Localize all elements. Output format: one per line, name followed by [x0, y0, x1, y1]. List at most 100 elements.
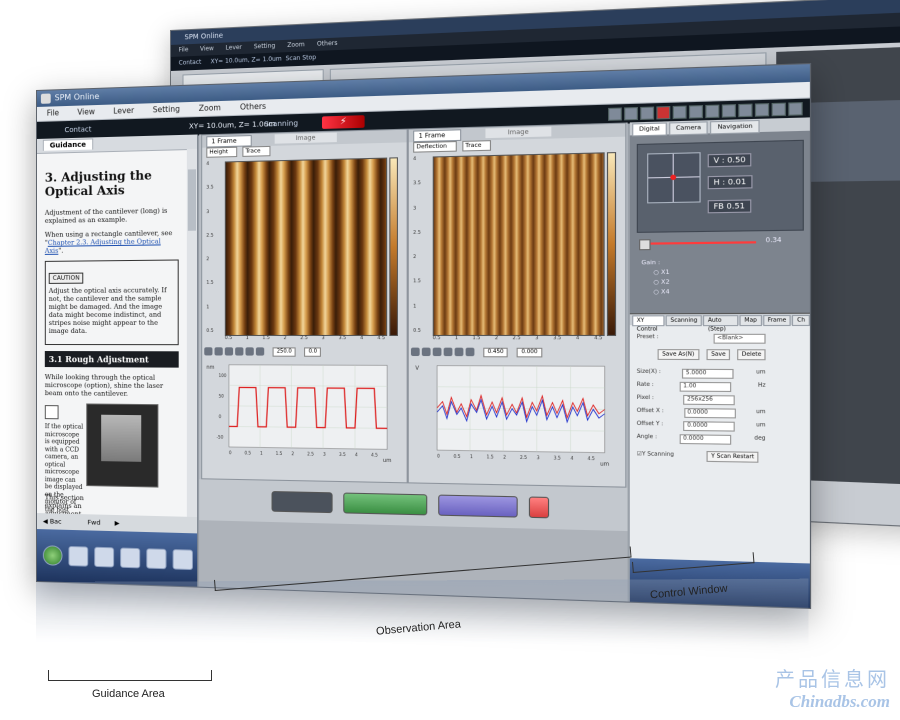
- zoom-icon[interactable]: [204, 347, 213, 356]
- pan-icon[interactable]: [421, 347, 431, 357]
- toolbar-button[interactable]: [754, 103, 770, 117]
- tab-scanning[interactable]: Scanning: [665, 315, 703, 327]
- save-icon[interactable]: [255, 347, 265, 356]
- deflection-pane: 1 Frame Image Deflection Trace 4 3.5 3 2…: [407, 122, 627, 488]
- line-icon[interactable]: [432, 347, 442, 357]
- range-max[interactable]: 250.0: [272, 346, 296, 357]
- guidance-tab[interactable]: Guidance: [42, 138, 93, 151]
- browser-icon[interactable]: [68, 545, 89, 567]
- color-icon[interactable]: [235, 347, 244, 356]
- pixel-select[interactable]: 256x256: [683, 394, 736, 406]
- back-button[interactable]: ◀ Bac: [43, 517, 74, 526]
- size-x-input[interactable]: 5.0000: [682, 368, 735, 379]
- toolbar-button[interactable]: [705, 104, 720, 119]
- app-taskbar-icon[interactable]: [146, 548, 167, 570]
- scan-start-button[interactable]: [342, 492, 427, 516]
- tab-frame[interactable]: Frame: [762, 314, 792, 327]
- toolbar-button[interactable]: [640, 106, 655, 120]
- approach-button-group[interactable]: [270, 490, 333, 514]
- tab-navigation[interactable]: Navigation: [710, 119, 760, 135]
- param-label: Angle :: [636, 433, 657, 441]
- caution-text: Adjust the optical axis accurately. If n…: [48, 286, 167, 335]
- line-icon[interactable]: [224, 347, 234, 356]
- direction-select[interactable]: Trace: [242, 145, 270, 157]
- gain-x4[interactable]: X4: [661, 289, 669, 296]
- gain-x2[interactable]: X2: [661, 279, 669, 286]
- tab-xy-control[interactable]: XY Control: [632, 315, 665, 333]
- 3d-icon[interactable]: [454, 347, 464, 357]
- back-menu-zoom[interactable]: Zoom: [287, 41, 304, 49]
- pan-icon[interactable]: [214, 347, 223, 356]
- range-min[interactable]: 0.0: [304, 346, 322, 357]
- save-button[interactable]: Save: [706, 349, 731, 361]
- menu-setting[interactable]: Setting: [153, 104, 180, 114]
- y-tick: 2.5: [413, 230, 421, 236]
- toolbar-button[interactable]: [688, 105, 703, 119]
- y-scanning-checkbox[interactable]: ☑ Y Scanning: [637, 451, 674, 458]
- menu-others[interactable]: Others: [240, 102, 266, 112]
- menu-file[interactable]: File: [47, 108, 59, 117]
- angle-input[interactable]: 0.0000: [679, 434, 732, 445]
- save-icon[interactable]: [465, 347, 475, 357]
- folder-icon[interactable]: [94, 546, 115, 568]
- tab-map[interactable]: Map: [739, 315, 762, 327]
- media-icon[interactable]: [120, 547, 141, 569]
- tab-camera[interactable]: Camera: [668, 121, 709, 136]
- preset-select[interactable]: <Blank>: [713, 333, 766, 344]
- color-icon[interactable]: [443, 347, 453, 357]
- zoom-icon[interactable]: [410, 347, 420, 357]
- toolbar-button[interactable]: [672, 105, 687, 120]
- guidance-scrollbar[interactable]: [186, 148, 198, 518]
- save-as-button[interactable]: Save As(N): [657, 349, 699, 361]
- fb-readout: FB 0.51: [707, 199, 751, 214]
- start-button-icon[interactable]: [42, 545, 63, 566]
- gain-x1[interactable]: X1: [661, 270, 669, 277]
- forward-button[interactable]: Fwd ▶: [87, 518, 119, 527]
- offset-x-input[interactable]: 0.0000: [683, 408, 736, 419]
- rate-input[interactable]: 1.00: [679, 381, 732, 393]
- direction-select[interactable]: Trace: [462, 140, 492, 152]
- toolbar-button[interactable]: [738, 103, 753, 118]
- image-tab[interactable]: Image: [485, 126, 552, 139]
- channel-select[interactable]: Deflection: [413, 141, 457, 153]
- toolbar-button[interactable]: [656, 106, 671, 120]
- offset-y-input[interactable]: 0.0000: [683, 421, 736, 432]
- menu-view[interactable]: View: [77, 107, 95, 117]
- back-menu-file[interactable]: File: [179, 46, 189, 53]
- slider-knob[interactable]: [639, 239, 651, 251]
- toolbar-button[interactable]: [608, 107, 622, 121]
- back-menu-lever[interactable]: Lever: [226, 44, 242, 52]
- afm-deflection-image[interactable]: [432, 152, 605, 336]
- back-menu-view[interactable]: View: [200, 45, 214, 53]
- back-menu-setting[interactable]: Setting: [254, 42, 275, 50]
- back-menu-others[interactable]: Others: [317, 40, 338, 48]
- scan-options-button[interactable]: [437, 494, 518, 518]
- frame-tab[interactable]: 1 Frame: [413, 129, 462, 143]
- channel-select[interactable]: Height: [206, 146, 238, 158]
- menu-lever[interactable]: Lever: [113, 106, 134, 116]
- tab-ch[interactable]: Ch: [792, 314, 810, 327]
- range-max[interactable]: 0.450: [483, 347, 509, 357]
- y-scan-restart-button[interactable]: Y Scan Restart: [706, 450, 759, 463]
- delete-button[interactable]: Delete: [737, 349, 767, 361]
- toolbar-button[interactable]: [771, 102, 786, 117]
- slider-track: [650, 241, 757, 245]
- scrollbar-thumb[interactable]: [187, 169, 197, 231]
- toolbar-button[interactable]: [624, 107, 638, 121]
- menu-zoom[interactable]: Zoom: [199, 103, 221, 113]
- image-tab[interactable]: Image: [274, 132, 337, 144]
- setpoint-slider[interactable]: [639, 238, 757, 251]
- mode-label: Contact: [64, 125, 92, 135]
- app-taskbar-icon-2[interactable]: [172, 549, 193, 571]
- range-min[interactable]: 0.000: [516, 347, 542, 357]
- laser-indicator-icon[interactable]: ⚡: [321, 115, 365, 129]
- 3d-icon[interactable]: [245, 347, 254, 356]
- tab-digital[interactable]: Digital: [632, 122, 667, 137]
- tab-auto-step[interactable]: Auto (Step): [703, 315, 739, 333]
- toolbar-button[interactable]: [788, 102, 803, 116]
- toolbar-button[interactable]: [721, 104, 736, 118]
- x-tick: 4: [360, 336, 364, 342]
- afm-height-image[interactable]: [224, 157, 388, 336]
- stop-button[interactable]: [528, 496, 549, 519]
- frame-tab[interactable]: 1 Frame: [206, 135, 253, 148]
